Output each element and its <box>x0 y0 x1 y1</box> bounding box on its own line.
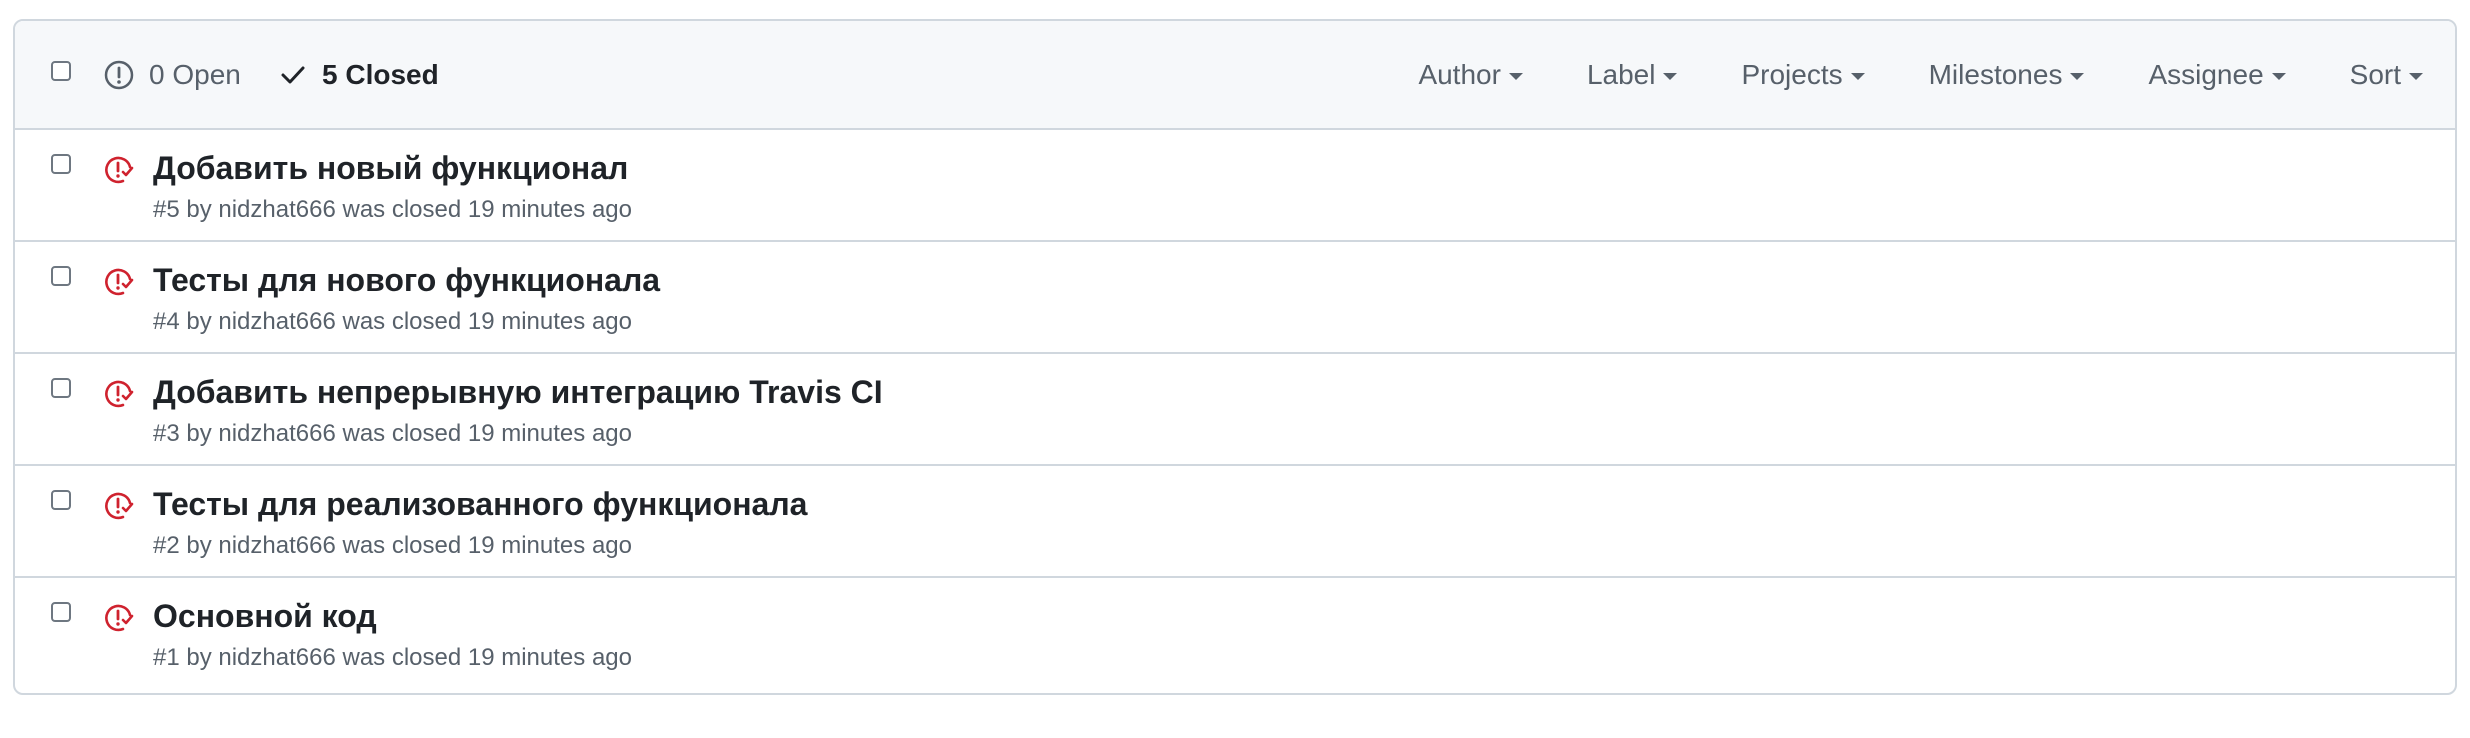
closed-issues-toggle[interactable]: 5 Closed <box>278 55 439 95</box>
issue-title-link[interactable]: Тесты для реализованного функционала <box>153 486 807 523</box>
issue-title-link[interactable]: Добавить новый функционал <box>153 150 628 187</box>
select-all-checkbox[interactable] <box>51 61 71 81</box>
milestones-filter-label: Milestones <box>1928 59 2063 90</box>
issue-meta: #3 by nidzhat666 was closed 19 minutes a… <box>153 420 632 447</box>
label-filter-label: Label <box>1586 59 1656 90</box>
issue-checkbox[interactable] <box>51 378 71 398</box>
milestones-filter[interactable]: Milestones <box>1929 59 2085 91</box>
issue-title-link[interactable]: Тесты для нового функционала <box>153 262 660 299</box>
projects-filter-label: Projects <box>1741 59 1843 90</box>
issue-closed-not-planned-icon <box>105 156 134 184</box>
chevron-down-icon <box>1663 73 1678 80</box>
assignee-filter[interactable]: Assignee <box>2148 59 2286 91</box>
sort-filter[interactable]: Sort <box>2350 59 2423 91</box>
author-filter[interactable]: Author <box>1418 59 1523 91</box>
filter-bar: Author Label Projects Milestones Assigne… <box>1418 55 2455 95</box>
issue-closed-not-planned-icon <box>105 492 134 520</box>
issue-meta: #1 by nidzhat666 was closed 19 minutes a… <box>153 644 632 671</box>
issue-title-link[interactable]: Добавить непрерывную интеграцию Travis C… <box>153 374 883 411</box>
issues-list-header: 0 Open 5 Closed Author Label Projects Mi… <box>15 21 2455 130</box>
chevron-down-icon <box>2271 73 2286 80</box>
issue-closed-not-planned-icon <box>105 268 134 296</box>
projects-filter[interactable]: Projects <box>1741 59 1865 91</box>
chevron-down-icon <box>2070 73 2085 80</box>
issue-checkbox[interactable] <box>51 266 71 286</box>
closed-count-label: 5 Closed <box>322 59 439 90</box>
issue-meta: #2 by nidzhat666 was closed 19 minutes a… <box>153 532 632 559</box>
author-filter-label: Author <box>1418 59 1501 90</box>
label-filter[interactable]: Label <box>1587 59 1678 91</box>
issue-closed-not-planned-icon <box>105 604 134 632</box>
chevron-down-icon <box>1850 73 1865 80</box>
open-issues-toggle[interactable]: 0 Open <box>103 55 241 95</box>
issue-row: Добавить новый функционал #5 by nidzhat6… <box>15 130 2455 242</box>
issue-row: Тесты для реализованного функционала #2 … <box>15 466 2455 578</box>
assignee-filter-label: Assignee <box>2148 59 2264 90</box>
issue-row: Тесты для нового функционала #4 by nidzh… <box>15 242 2455 354</box>
issue-checkbox[interactable] <box>51 490 71 510</box>
open-count-label: 0 Open <box>149 59 241 90</box>
issue-closed-not-planned-icon <box>105 380 134 408</box>
issue-checkbox[interactable] <box>51 602 71 622</box>
issues-list: 0 Open 5 Closed Author Label Projects Mi… <box>13 19 2457 695</box>
issue-meta: #5 by nidzhat666 was closed 19 minutes a… <box>153 196 632 223</box>
issue-title-link[interactable]: Основной код <box>153 598 377 635</box>
sort-filter-label: Sort <box>2349 59 2401 90</box>
issue-open-icon <box>104 60 134 90</box>
issue-row: Добавить непрерывную интеграцию Travis C… <box>15 354 2455 466</box>
check-icon <box>281 66 305 84</box>
issue-checkbox[interactable] <box>51 154 71 174</box>
chevron-down-icon <box>2409 73 2423 80</box>
issue-meta: #4 by nidzhat666 was closed 19 minutes a… <box>153 308 632 335</box>
issue-row: Основной код #1 by nidzhat666 was closed… <box>15 578 2455 690</box>
chevron-down-icon <box>1508 73 1523 80</box>
